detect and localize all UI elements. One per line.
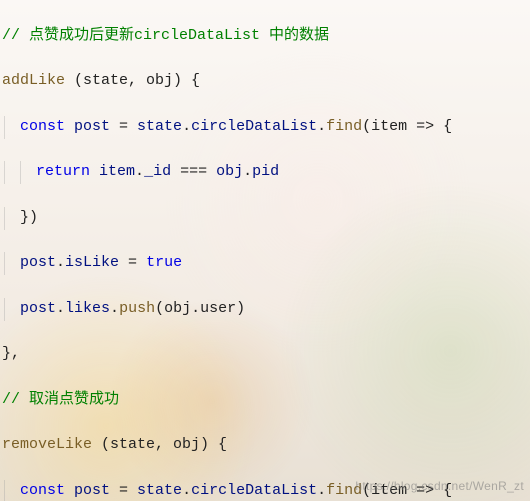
code-block: // 点赞成功后更新circleDataList 中的数据 addLike (s… [0, 0, 530, 501]
comment-line: // 取消点赞成功 [2, 391, 119, 408]
fn-removelike: removeLike [2, 436, 92, 453]
comment-line: // 点赞成功后更新circleDataList 中的数据 [2, 27, 329, 44]
fn-addlike: addLike [2, 72, 65, 89]
watermark-text: https://blog.csdn.net/WenR_zt [355, 475, 524, 498]
